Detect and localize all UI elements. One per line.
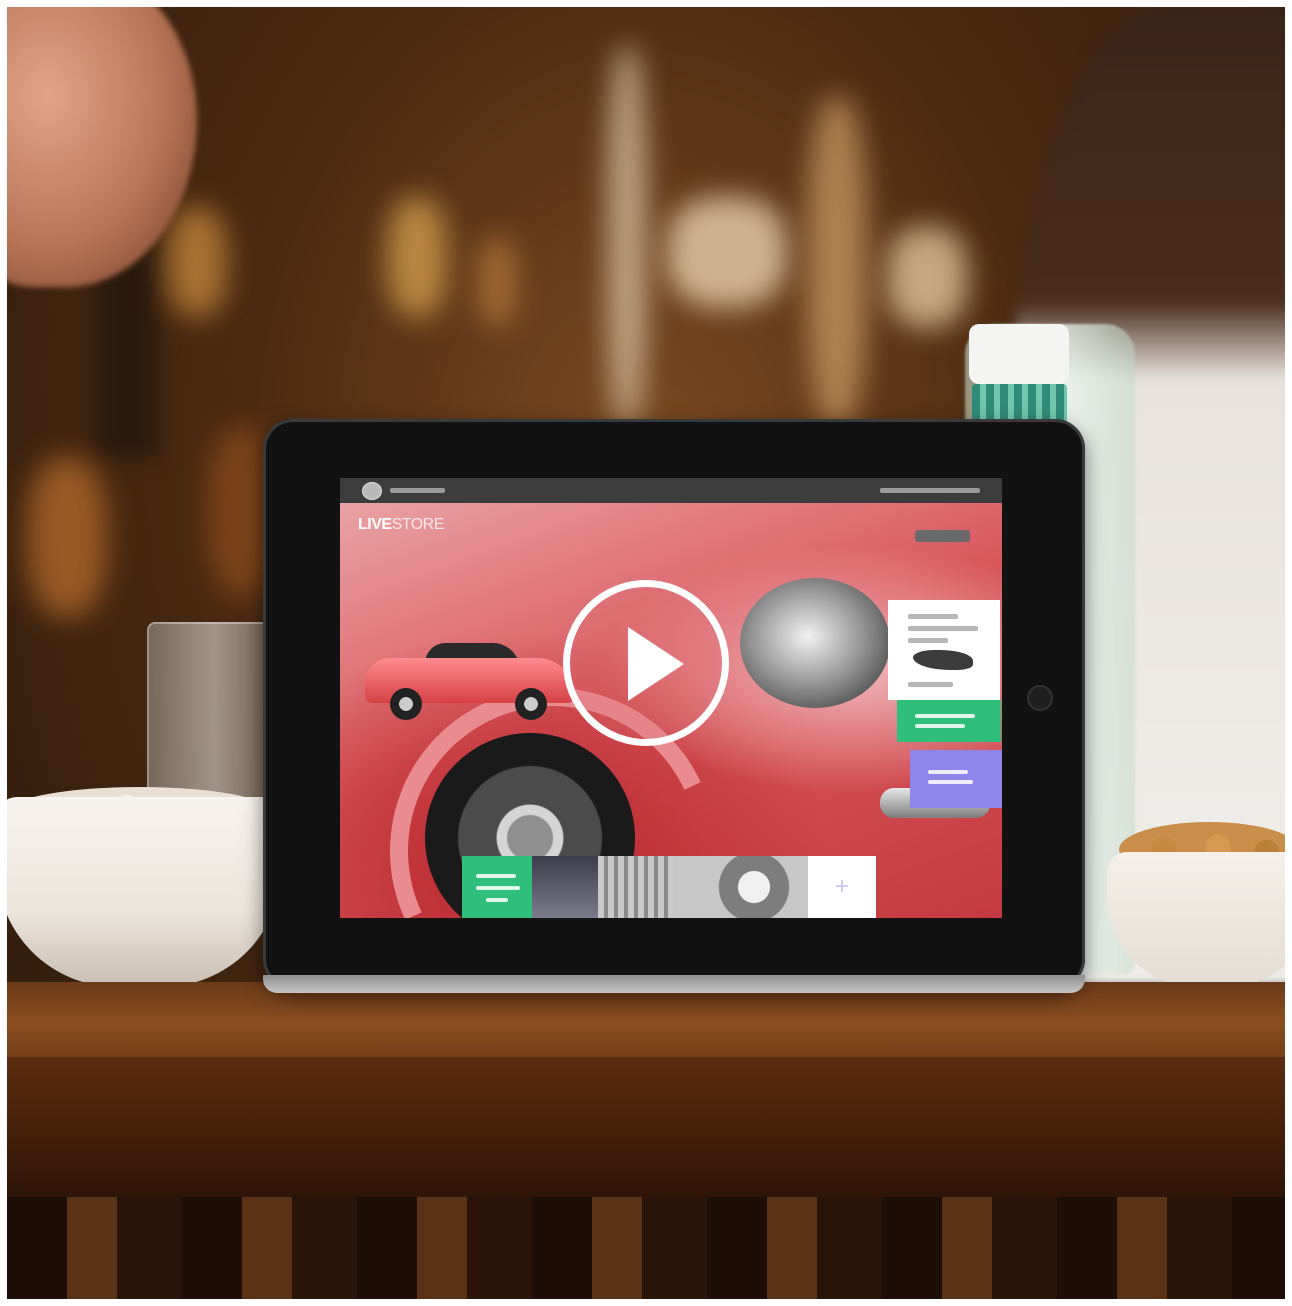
add-thumbnail-button[interactable]: + (808, 856, 876, 918)
card-line (908, 614, 958, 619)
logo-live: LIVE (358, 516, 392, 533)
table-edge (7, 1057, 1285, 1197)
bokeh-light (27, 457, 107, 617)
thumb-line (476, 886, 520, 890)
car-thumbnail[interactable] (365, 643, 580, 723)
card-line (908, 682, 953, 687)
brand-logo-icon[interactable] (362, 482, 382, 500)
thumbnail-console[interactable] (598, 856, 673, 918)
bottle-cap (969, 324, 1069, 384)
bokeh-light (607, 47, 647, 427)
card-line (908, 638, 948, 643)
top-bar-right-label[interactable] (880, 488, 980, 493)
bokeh-light (387, 197, 447, 317)
bokeh-light (807, 97, 867, 427)
tablet-camera (1027, 685, 1053, 711)
thumb-line (486, 898, 508, 902)
snack-bowl-left (7, 797, 282, 987)
purple-action-button[interactable] (910, 750, 1002, 808)
logo-store: STORE (391, 516, 445, 533)
thumbnail-dashboard[interactable] (532, 856, 598, 918)
bokeh-light (667, 197, 787, 307)
app-top-bar (340, 478, 1002, 503)
top-bar-left-label[interactable] (390, 488, 445, 493)
card-line (908, 626, 978, 631)
bokeh-light (477, 237, 517, 327)
button-line (928, 780, 973, 784)
signature-image (913, 650, 973, 670)
car-wheel-rear (515, 688, 547, 720)
bokeh-light (887, 227, 967, 327)
car-wheel-front (390, 688, 422, 720)
thumb-line (476, 874, 516, 878)
livestore-logo: LIVESTORE (358, 516, 444, 536)
button-line (928, 770, 968, 774)
button-line (915, 724, 965, 728)
tablet-stand (263, 975, 1085, 993)
door-handle-image (740, 578, 890, 708)
button-line (915, 714, 975, 718)
play-button[interactable] (563, 580, 729, 746)
thumbnail-strip: + (462, 856, 876, 918)
thumbnail-steering-wheel[interactable] (673, 856, 808, 918)
header-pill-button[interactable] (915, 530, 970, 542)
play-icon (628, 627, 684, 701)
agent-card[interactable] (888, 600, 1000, 700)
green-action-button[interactable] (897, 700, 1001, 742)
thumbnail-green[interactable] (462, 856, 532, 918)
bokeh-light (167, 207, 227, 317)
table-legs (7, 1197, 1285, 1299)
